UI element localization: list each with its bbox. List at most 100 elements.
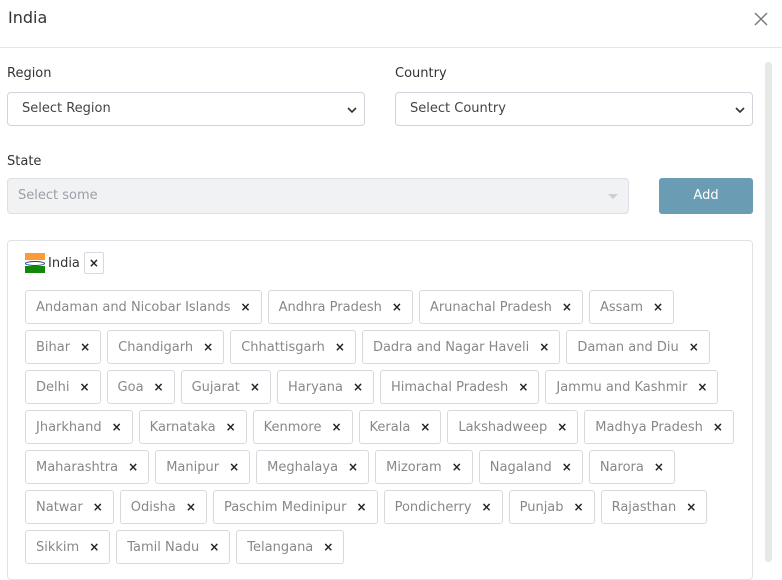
state-tag: Bihar × — [25, 330, 102, 364]
state-tag-label: Goa — [117, 379, 144, 395]
state-multiselect[interactable]: Select some — [7, 178, 629, 214]
state-tag-label: Dadra and Nagar Haveli — [372, 339, 530, 355]
remove-tag-icon[interactable]: × — [713, 420, 723, 434]
remove-tag-icon[interactable]: × — [93, 500, 103, 514]
state-tag: Kenmore × — [252, 410, 353, 444]
remove-country-button[interactable]: × — [83, 252, 104, 274]
remove-tag-icon[interactable]: × — [203, 340, 213, 354]
remove-tag-icon[interactable]: × — [250, 380, 260, 394]
remove-tag-icon[interactable]: × — [112, 420, 122, 434]
remove-tag-icon[interactable]: × — [209, 540, 219, 554]
remove-tag-icon[interactable]: × — [323, 540, 333, 554]
remove-tag-icon[interactable]: × — [557, 420, 567, 434]
remove-tag-icon[interactable]: × — [154, 380, 164, 394]
region-select-value: Select Region — [22, 101, 111, 116]
state-tag-label: Kerala — [369, 419, 411, 435]
state-placeholder: Select some — [18, 188, 98, 203]
country-label: Country — [395, 66, 447, 81]
state-label: State — [7, 154, 42, 169]
state-tag: Rajasthan × — [600, 490, 708, 524]
remove-tag-icon[interactable]: × — [420, 420, 430, 434]
remove-tag-icon[interactable]: × — [654, 460, 664, 474]
state-tag: Mizoram × — [375, 450, 473, 484]
state-tag: Delhi × — [25, 370, 101, 404]
state-tag: Kerala × — [358, 410, 442, 444]
country-select[interactable]: Select Country — [395, 92, 753, 126]
remove-tag-icon[interactable]: × — [80, 340, 90, 354]
state-tag: Dadra and Nagar Haveli × — [361, 330, 561, 364]
region-label: Region — [7, 66, 52, 81]
remove-tag-icon[interactable]: × — [518, 380, 528, 394]
modal-title: India — [8, 8, 48, 27]
remove-tag-icon[interactable]: × — [128, 460, 138, 474]
remove-tag-icon[interactable]: × — [348, 460, 358, 474]
state-tag: Punjab × — [508, 490, 595, 524]
remove-tag-icon[interactable]: × — [89, 540, 99, 554]
state-tag-label: Madhya Pradesh — [595, 419, 703, 435]
remove-tag-icon[interactable]: × — [357, 500, 367, 514]
state-tag: Gujarat × — [180, 370, 271, 404]
state-tag-label: Kenmore — [263, 419, 322, 435]
scrollbar[interactable] — [765, 62, 772, 562]
add-button[interactable]: Add — [659, 178, 753, 214]
state-tag: Narora × — [588, 450, 675, 484]
remove-tag-icon[interactable]: × — [452, 460, 462, 474]
state-tag: Odisha × — [119, 490, 207, 524]
remove-tag-icon[interactable]: × — [331, 420, 341, 434]
state-tag-label: Paschim Medinipur — [223, 499, 347, 515]
remove-tag-icon[interactable]: × — [392, 300, 402, 314]
state-tag: Nagaland × — [478, 450, 583, 484]
region-select[interactable]: Select Region — [7, 92, 365, 126]
remove-tag-icon[interactable]: × — [562, 300, 572, 314]
state-tag: Sikkim × — [25, 530, 111, 564]
remove-tag-icon[interactable]: × — [689, 340, 699, 354]
remove-tag-icon[interactable]: × — [79, 380, 89, 394]
state-tag: Tamil Nadu × — [116, 530, 231, 564]
state-tag-label: Telangana — [247, 539, 314, 555]
state-tag: Daman and Diu × — [566, 330, 710, 364]
state-tag: Paschim Medinipur × — [212, 490, 378, 524]
state-tag-label: Manipur — [166, 459, 220, 475]
state-tag-label: Tamil Nadu — [127, 539, 200, 555]
state-tag: Natwar × — [25, 490, 114, 524]
state-tag: Madhya Pradesh × — [584, 410, 734, 444]
remove-tag-icon[interactable]: × — [186, 500, 196, 514]
remove-tag-icon[interactable]: × — [686, 500, 696, 514]
remove-tag-icon[interactable]: × — [482, 500, 492, 514]
state-tag-label: Maharashtra — [36, 459, 119, 475]
remove-tag-icon[interactable]: × — [574, 500, 584, 514]
state-tag: Manipur × — [155, 450, 251, 484]
remove-tag-icon[interactable]: × — [697, 380, 707, 394]
state-tag-label: Jammu and Kashmir — [556, 379, 688, 395]
state-tag: Andaman and Nicobar Islands × — [25, 290, 262, 324]
remove-tag-icon[interactable]: × — [353, 380, 363, 394]
state-tag-label: Andhra Pradesh — [278, 299, 382, 315]
remove-tag-icon[interactable]: × — [226, 420, 236, 434]
state-tag-label: Narora — [599, 459, 644, 475]
state-tag-label: Arunachal Pradesh — [429, 299, 552, 315]
state-tag: Maharashtra × — [25, 450, 150, 484]
remove-tag-icon[interactable]: × — [562, 460, 572, 474]
remove-tag-icon[interactable]: × — [241, 300, 251, 314]
state-tag-label: Odisha — [130, 499, 176, 515]
state-tag: Pondicherry × — [383, 490, 503, 524]
state-tag: Goa × — [106, 370, 175, 404]
modal-header: India — [0, 0, 782, 48]
state-tag: Himachal Pradesh × — [380, 370, 540, 404]
state-tag: Chandigarh × — [107, 330, 225, 364]
state-tag-label: Natwar — [36, 499, 83, 515]
remove-tag-icon[interactable]: × — [653, 300, 663, 314]
remove-tag-icon[interactable]: × — [229, 460, 239, 474]
state-tag-label: Rajasthan — [611, 499, 677, 515]
remove-tag-icon[interactable]: × — [335, 340, 345, 354]
state-tag-label: Jharkhand — [36, 419, 102, 435]
state-tags: Andaman and Nicobar Islands × Andhra Prade… — [25, 290, 745, 564]
state-tag: Jharkhand × — [25, 410, 133, 444]
selected-country-chip: India × — [25, 252, 104, 274]
close-icon[interactable] — [752, 10, 770, 28]
state-tag: Arunachal Pradesh × — [418, 290, 583, 324]
state-tag-label: Daman and Diu — [577, 339, 679, 355]
state-tag-label: Delhi — [36, 379, 70, 395]
state-tag: Jammu and Kashmir × — [545, 370, 719, 404]
remove-tag-icon[interactable]: × — [539, 340, 549, 354]
